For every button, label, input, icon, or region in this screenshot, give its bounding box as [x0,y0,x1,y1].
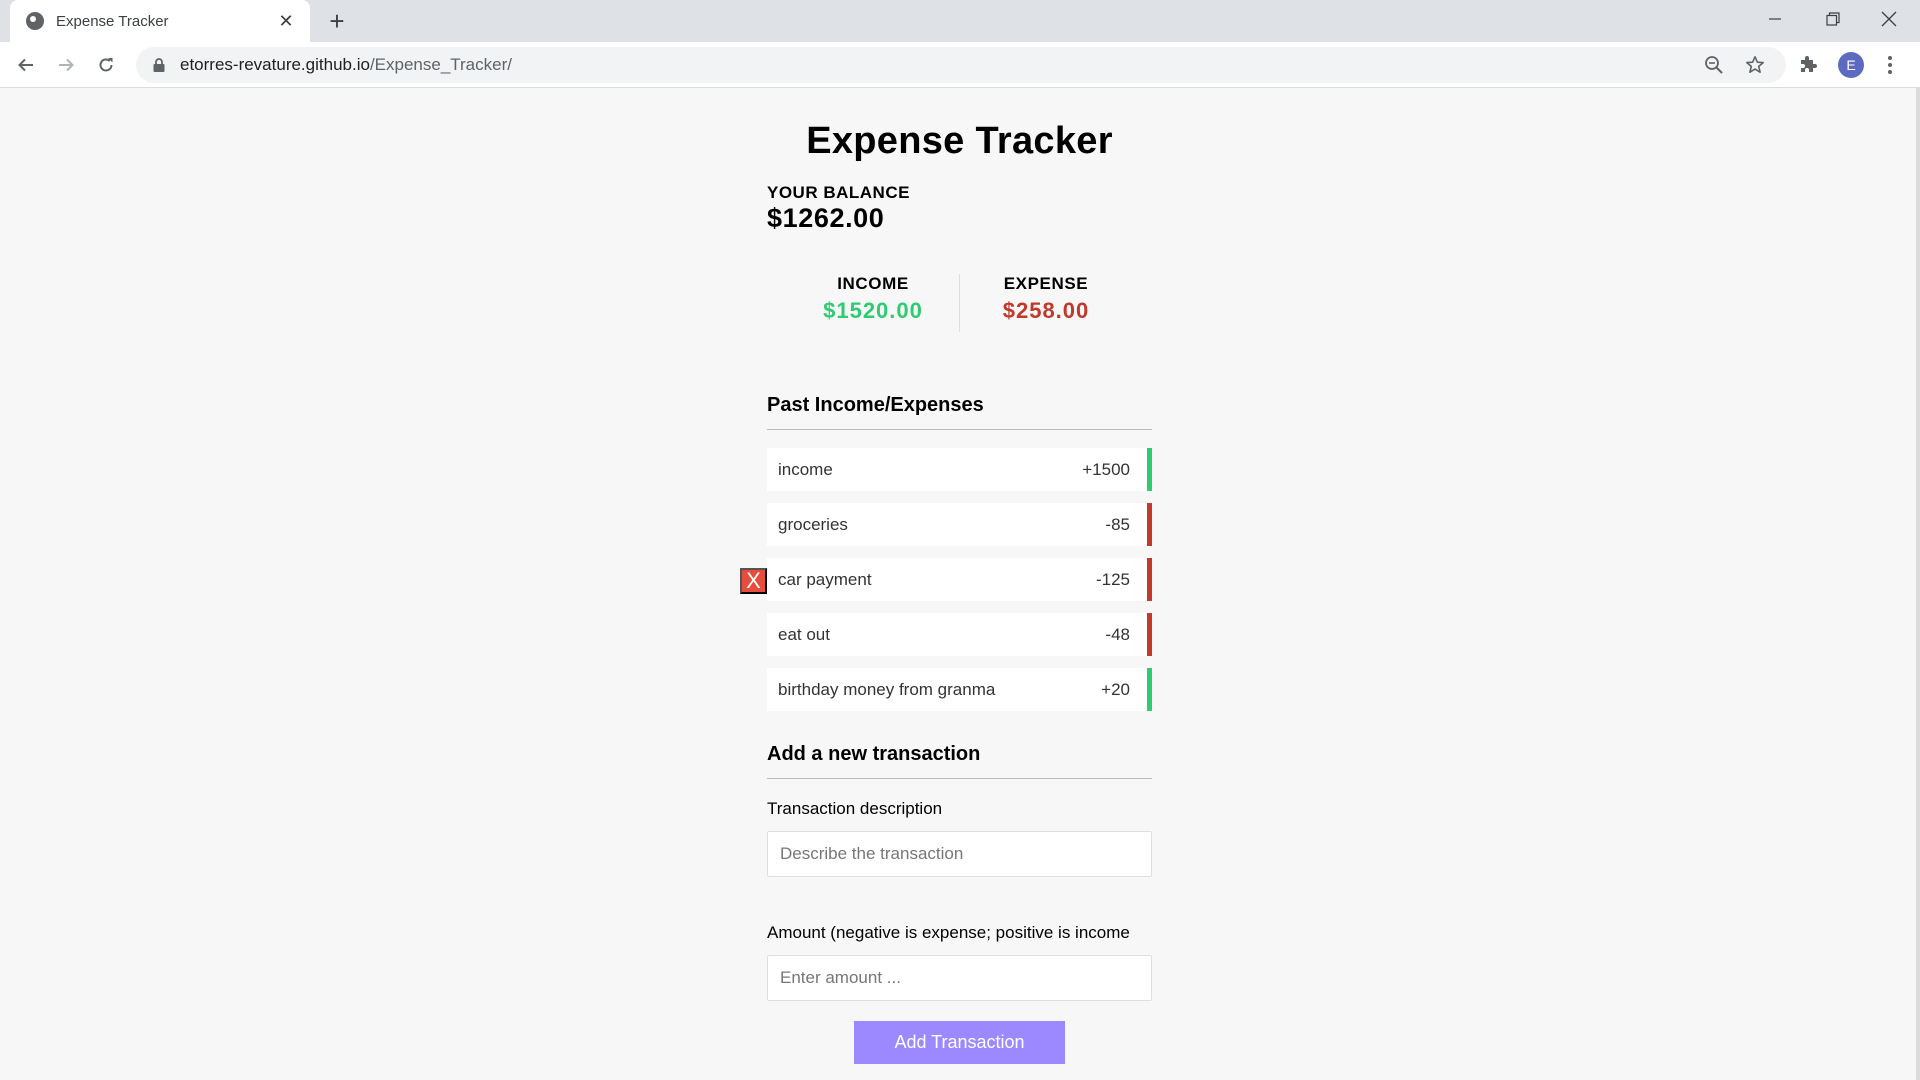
transaction-item[interactable]: eat out -48 [767,613,1152,656]
transaction-amount: -48 [1105,624,1130,644]
close-icon [1881,11,1897,27]
transaction-text: groceries [778,514,848,534]
income-label: INCOME [837,274,909,293]
minimize-icon [1769,18,1781,20]
income-expense-summary: INCOME $1520.00 EXPENSE $258.00 [767,274,1152,332]
delete-transaction-button[interactable]: X [740,568,767,594]
page-scrollbar[interactable] [1916,88,1920,1080]
transaction-item[interactable]: income +1500 [767,448,1152,491]
zoom-out-icon[interactable] [1702,53,1726,77]
transaction-item[interactable]: groceries -85 [767,503,1152,546]
reload-button[interactable] [90,49,122,81]
transaction-amount: -85 [1105,514,1130,534]
expense-summary: EXPENSE $258.00 [960,274,1132,332]
window-close-button[interactable] [1866,0,1912,38]
arrow-right-icon [59,58,74,72]
expense-label: EXPENSE [1003,274,1089,293]
forward-button[interactable] [50,49,82,81]
history-heading: Past Income/Expenses [767,394,1152,430]
restore-button[interactable] [1810,0,1856,38]
transaction-amount: +20 [1101,679,1130,699]
transaction-amount: -125 [1095,569,1130,589]
balance-section: YOUR BALANCE $1262.00 [767,183,1152,234]
browser-tab[interactable]: Expense Tracker ✕ [10,0,310,42]
page-title: Expense Tracker [806,120,1113,162]
browser-toolbar: etorres-revature.github.io/Expense_Track… [0,42,1920,88]
new-tab-button[interactable]: + [322,6,352,36]
browser-tab-bar: Expense Tracker ✕ + [0,0,1920,42]
globe-icon [26,12,44,30]
extensions-puzzle-icon[interactable] [1798,53,1822,77]
amount-input[interactable] [767,955,1152,1001]
description-input[interactable] [767,831,1152,877]
transaction-text: car payment [778,569,872,589]
balance-label: YOUR BALANCE [767,183,910,202]
transaction-list: income +1500 groceries -85 Xcar payment -125 e… [740,448,1152,711]
url-path: /Expense_Tracker/ [369,55,512,74]
transaction-amount: +1500 [1082,459,1130,479]
transaction-text: income [778,459,833,479]
tab-title: Expense Tracker [56,12,169,30]
url-host: etorres-revature.github.io [180,55,370,74]
arrow-left-icon [18,58,33,72]
lock-icon [152,57,166,73]
transaction-text: eat out [778,624,830,644]
income-summary: INCOME $1520.00 [787,274,960,332]
add-transaction-form: Transaction description Amount (negative… [767,799,1152,1064]
income-value: $1520.00 [823,298,923,323]
restore-icon [1826,12,1840,26]
minimize-button[interactable] [1752,0,1798,38]
back-button[interactable] [10,49,42,81]
tab-close-icon[interactable]: ✕ [274,11,298,32]
expense-value: $258.00 [1002,298,1090,323]
reload-icon [99,58,113,72]
browser-menu-icon[interactable] [1880,53,1900,77]
url-text: etorres-revature.github.io/Expense_Track… [180,55,512,75]
balance-value: $1262.00 [767,203,885,233]
expense-tracker-app: Expense Tracker YOUR BALANCE $1262.00 IN… [740,88,1152,1064]
form-heading: Add a new transaction [767,743,1152,779]
add-transaction-button[interactable]: Add Transaction [854,1021,1065,1064]
amount-label: Amount (negative is expense; positive is… [767,923,1130,942]
transaction-item[interactable]: birthday money from granma +20 [767,668,1152,711]
address-bar[interactable]: etorres-revature.github.io/Expense_Track… [136,47,1786,83]
profile-avatar[interactable]: E [1838,52,1864,78]
bookmark-star-icon[interactable] [1743,53,1767,77]
transaction-text: birthday money from granma [778,679,996,699]
transaction-item[interactable]: Xcar payment -125 [740,558,1152,601]
description-label: Transaction description [767,799,943,818]
